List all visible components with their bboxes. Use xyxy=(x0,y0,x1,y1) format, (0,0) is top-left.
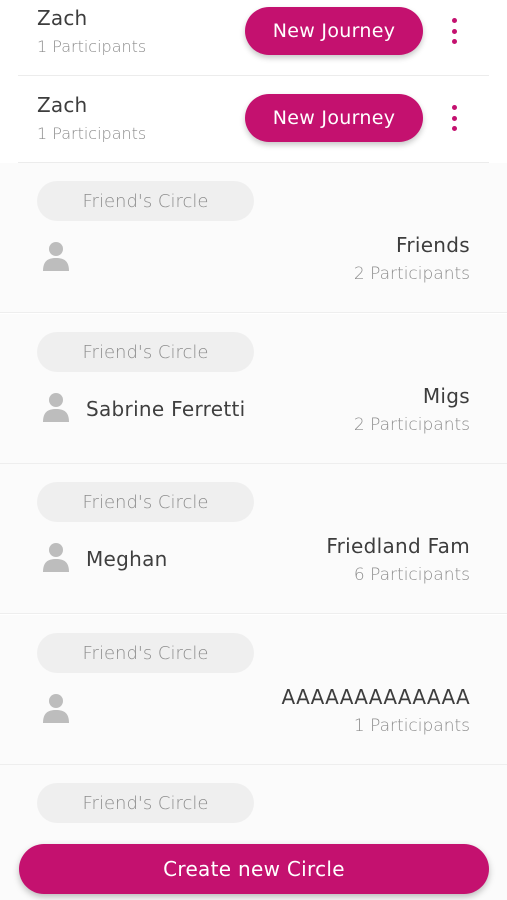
more-vertical-icon[interactable] xyxy=(446,105,462,131)
user-icon xyxy=(43,393,69,422)
circle-card[interactable]: Friend's Circle Sabrine Ferretti Migs 2 … xyxy=(0,314,507,464)
circle-name: AAAAAAAAAAAAA xyxy=(281,685,470,709)
circle-card[interactable]: Friend's Circle AAAAAAAAAAAAA 1 Particip… xyxy=(0,615,507,765)
circle-participant-count: 2 Participants xyxy=(353,264,470,284)
circle-type-chip: Friend's Circle xyxy=(37,332,254,372)
more-vertical-icon[interactable] xyxy=(446,18,462,44)
new-journey-button[interactable]: New Journey xyxy=(245,7,423,55)
circle-name: Friends xyxy=(395,233,470,257)
journey-row: Zach 1 Participants New Journey xyxy=(18,0,489,76)
user-icon xyxy=(43,543,69,572)
create-circle-button[interactable]: Create new Circle xyxy=(19,844,489,894)
journey-participant-count: 1 Participants xyxy=(37,124,147,143)
circle-card[interactable]: Friend's Circle Meghan Friedland Fam 6 P… xyxy=(0,464,507,614)
circle-type-chip: Friend's Circle xyxy=(37,181,254,221)
user-icon xyxy=(43,242,69,271)
journey-participant-count: 1 Participants xyxy=(37,37,147,56)
journey-owner-name: Zach xyxy=(37,6,88,30)
circle-participant-count: 1 Participants xyxy=(353,716,470,736)
circle-member-name: Meghan xyxy=(86,547,168,571)
circle-type-chip: Friend's Circle xyxy=(37,783,254,823)
circle-name: Migs xyxy=(422,384,470,408)
circle-name: Friedland Fam xyxy=(326,534,470,558)
circle-member-name: Sabrine Ferretti xyxy=(86,397,246,421)
circle-card[interactable]: Friend's Circle Friends 2 Participants xyxy=(0,163,507,313)
circle-type-chip: Friend's Circle xyxy=(37,482,254,522)
circle-type-chip: Friend's Circle xyxy=(37,633,254,673)
new-journey-button[interactable]: New Journey xyxy=(245,94,423,142)
journey-owner-name: Zach xyxy=(37,93,88,117)
journey-row: Zach 1 Participants New Journey xyxy=(18,87,489,163)
circle-participant-count: 2 Participants xyxy=(353,415,470,435)
user-icon xyxy=(43,694,69,723)
circle-participant-count: 6 Participants xyxy=(353,565,470,585)
